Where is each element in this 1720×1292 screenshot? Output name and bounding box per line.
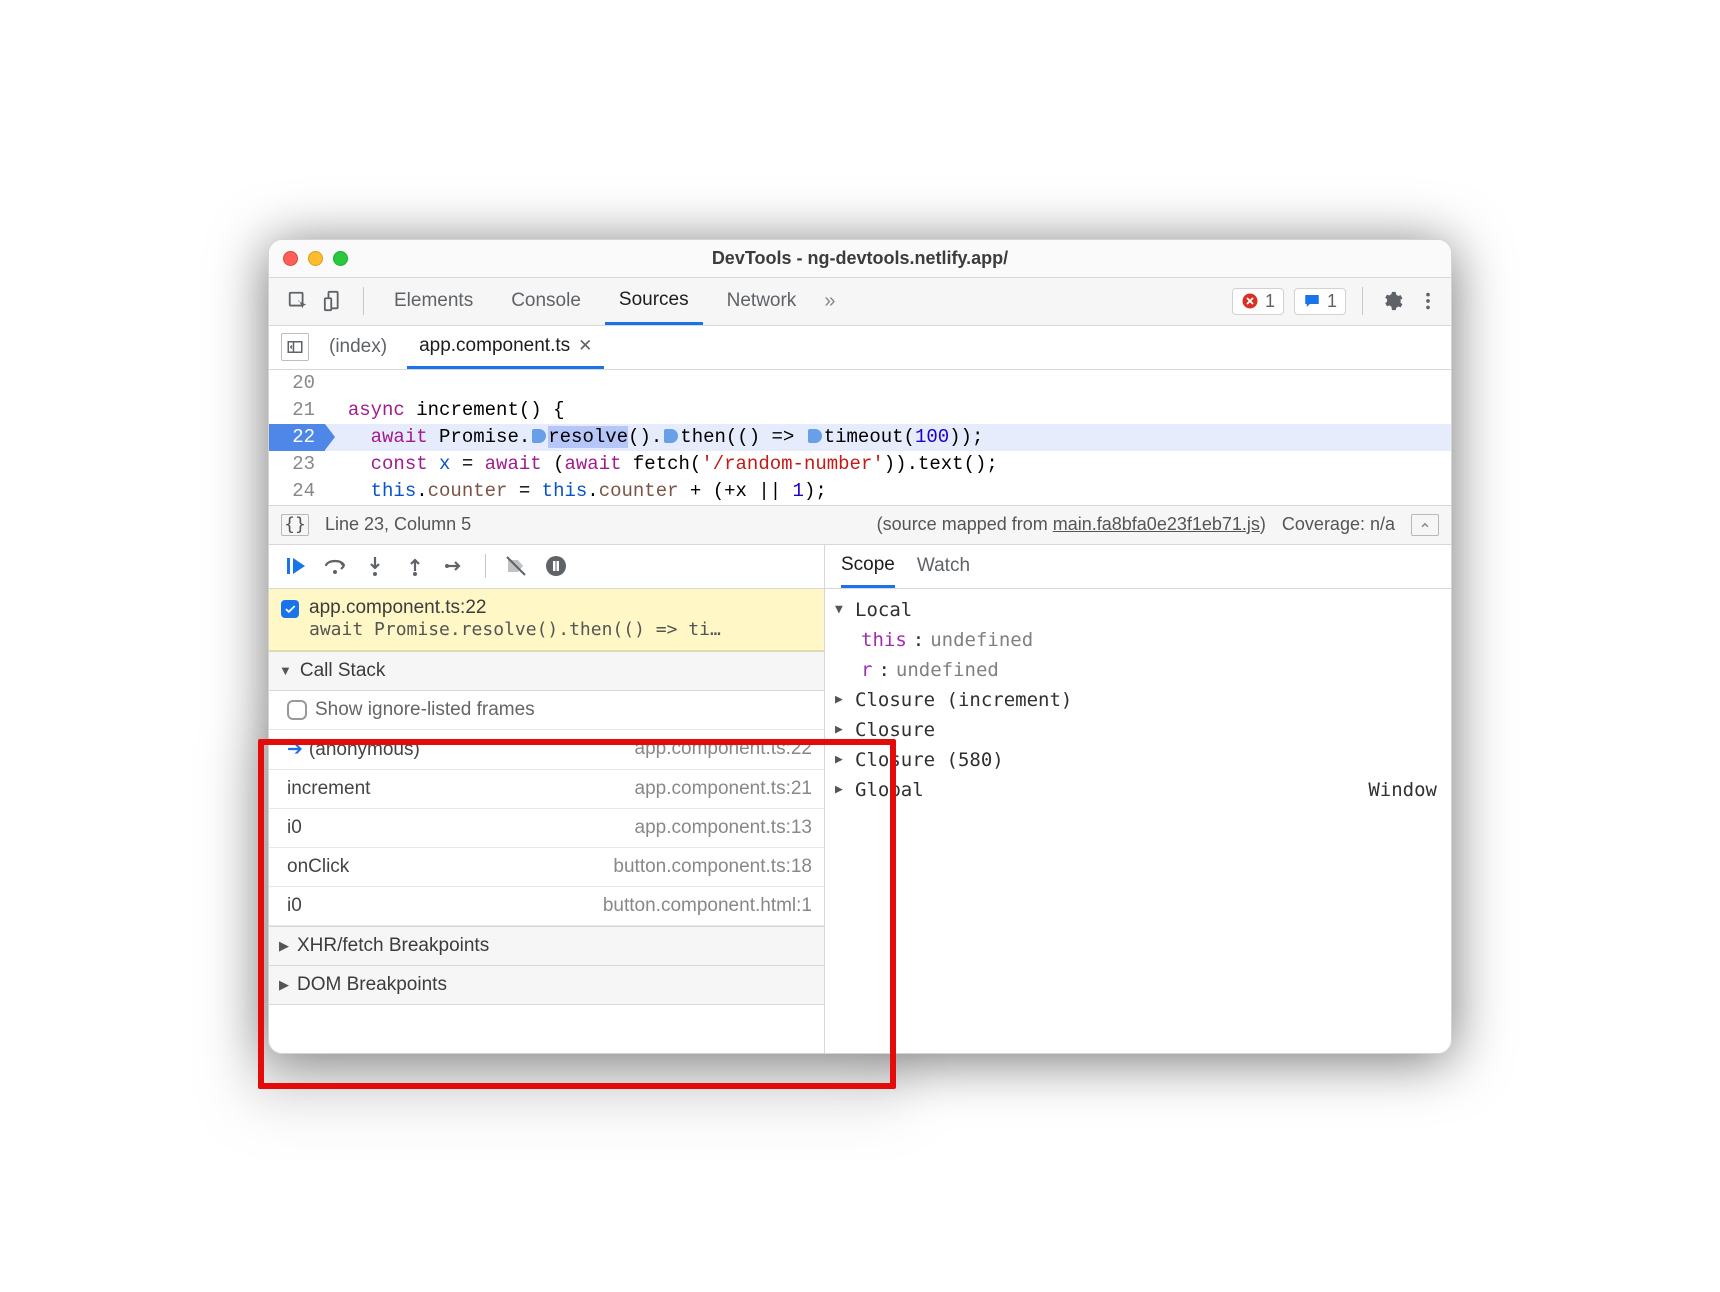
errors-badge[interactable]: 1 bbox=[1232, 288, 1284, 315]
tab-network[interactable]: Network bbox=[713, 278, 811, 325]
xhr-breakpoints-header[interactable]: ▶XHR/fetch Breakpoints bbox=[269, 926, 824, 966]
scope-tree[interactable]: ▼Localthis: undefinedr: undefined▶Closur… bbox=[825, 589, 1451, 821]
source-status-bar: {} Line 23, Column 5 (source mapped from… bbox=[269, 505, 1451, 545]
call-stack-frame[interactable]: i0button.component.html:1 bbox=[269, 887, 824, 926]
line-number[interactable]: 24 bbox=[269, 478, 325, 505]
line-number[interactable]: 23 bbox=[269, 451, 325, 478]
code-content: await Promise.resolve().then(() => timeo… bbox=[325, 424, 983, 451]
breakpoint-enabled-checkbox[interactable] bbox=[281, 600, 299, 618]
navigator-toggle-icon[interactable] bbox=[281, 333, 309, 361]
code-content: const x = await (await fetch('/random-nu… bbox=[325, 451, 998, 478]
close-tab-icon[interactable]: ✕ bbox=[578, 336, 592, 356]
file-tab-index[interactable]: (index) bbox=[317, 326, 399, 369]
messages-count: 1 bbox=[1327, 291, 1337, 312]
coverage-info: Coverage: n/a bbox=[1282, 514, 1395, 535]
step-icon[interactable] bbox=[443, 554, 467, 578]
source-map-link[interactable]: main.fa8bfa0e23f1eb71.js bbox=[1053, 514, 1260, 534]
scope-variable[interactable]: this: undefined bbox=[835, 625, 1437, 655]
code-line[interactable]: 23 const x = await (await fetch('/random… bbox=[269, 451, 1451, 478]
resume-icon[interactable] bbox=[283, 554, 307, 578]
call-stack-frame[interactable]: incrementapp.component.ts:21 bbox=[269, 770, 824, 809]
settings-icon[interactable] bbox=[1379, 288, 1405, 314]
call-stack-header[interactable]: ▼Call Stack bbox=[269, 651, 824, 691]
coverage-toggle-icon[interactable] bbox=[1411, 514, 1439, 536]
main-toolbar: Elements Console Sources Network » 1 1 bbox=[269, 278, 1451, 326]
debugger-panel: app.component.ts:22 await Promise.resolv… bbox=[269, 545, 1451, 1053]
code-content: async increment() { bbox=[325, 397, 564, 424]
source-editor[interactable]: 2021 async increment() {22 await Promise… bbox=[269, 370, 1451, 505]
tab-elements[interactable]: Elements bbox=[380, 278, 487, 325]
code-line[interactable]: 20 bbox=[269, 370, 1451, 397]
paused-snippet: await Promise.resolve().then(() => ti… bbox=[309, 619, 721, 640]
source-map-info: (source mapped from main.fa8bfa0e23f1eb7… bbox=[877, 514, 1266, 535]
scope-item[interactable]: ▶Closure (increment) bbox=[835, 685, 1437, 715]
titlebar: DevTools - ng-devtools.netlify.app/ bbox=[269, 240, 1451, 278]
step-into-icon[interactable] bbox=[363, 554, 387, 578]
code-content: this.counter = this.counter + (+x || 1); bbox=[325, 478, 827, 505]
debugger-right-pane: Scope Watch ▼Localthis: undefinedr: unde… bbox=[825, 545, 1451, 1053]
scope-variable[interactable]: r: undefined bbox=[835, 655, 1437, 685]
call-stack-frame[interactable]: i0app.component.ts:13 bbox=[269, 809, 824, 848]
code-line[interactable]: 22 await Promise.resolve().then(() => ti… bbox=[269, 424, 1451, 451]
scope-watch-tabs: Scope Watch bbox=[825, 545, 1451, 589]
code-line[interactable]: 24 this.counter = this.counter + (+x || … bbox=[269, 478, 1451, 505]
file-tabs-bar: (index) app.component.ts ✕ bbox=[269, 326, 1451, 370]
step-out-icon[interactable] bbox=[403, 554, 427, 578]
show-ignore-listed-checkbox[interactable] bbox=[287, 700, 307, 720]
tab-sources[interactable]: Sources bbox=[605, 278, 703, 325]
show-ignore-listed-row[interactable]: Show ignore-listed frames bbox=[269, 691, 824, 730]
file-tab-app-component[interactable]: app.component.ts ✕ bbox=[407, 326, 604, 369]
tab-scope[interactable]: Scope bbox=[841, 545, 895, 588]
devtools-window: DevTools - ng-devtools.netlify.app/ Elem… bbox=[268, 239, 1452, 1054]
call-stack-frame[interactable]: ➔(anonymous)app.component.ts:22 bbox=[269, 730, 824, 770]
code-line[interactable]: 21 async increment() { bbox=[269, 397, 1451, 424]
line-number[interactable]: 21 bbox=[269, 397, 325, 424]
scope-item[interactable]: ▼Local bbox=[835, 595, 1437, 625]
scope-item[interactable]: ▶Closure (580) bbox=[835, 745, 1437, 775]
pretty-print-icon[interactable]: {} bbox=[281, 514, 309, 536]
device-toggle-icon[interactable] bbox=[321, 288, 347, 314]
paused-location: app.component.ts:22 bbox=[309, 597, 721, 619]
deactivate-breakpoints-icon[interactable] bbox=[504, 554, 528, 578]
debugger-left-pane: app.component.ts:22 await Promise.resolv… bbox=[269, 545, 825, 1053]
line-number[interactable]: 20 bbox=[269, 370, 325, 397]
more-tabs-icon[interactable]: » bbox=[820, 290, 839, 313]
window-title: DevTools - ng-devtools.netlify.app/ bbox=[269, 248, 1451, 269]
pause-on-exceptions-icon[interactable] bbox=[544, 554, 568, 578]
tab-console[interactable]: Console bbox=[497, 278, 595, 325]
paused-on-breakpoint-message: app.component.ts:22 await Promise.resolv… bbox=[269, 589, 824, 651]
step-over-icon[interactable] bbox=[323, 554, 347, 578]
errors-count: 1 bbox=[1265, 291, 1275, 312]
messages-badge[interactable]: 1 bbox=[1294, 288, 1346, 315]
scope-item[interactable]: ▶Closure bbox=[835, 715, 1437, 745]
line-number[interactable]: 22 bbox=[269, 424, 325, 451]
call-stack-frame[interactable]: onClickbutton.component.ts:18 bbox=[269, 848, 824, 887]
scope-item[interactable]: ▶GlobalWindow bbox=[835, 775, 1437, 805]
cursor-position: Line 23, Column 5 bbox=[325, 514, 471, 535]
debug-toolbar bbox=[269, 545, 824, 589]
tab-watch[interactable]: Watch bbox=[917, 555, 970, 577]
kebab-menu-icon[interactable] bbox=[1415, 288, 1441, 314]
inspect-element-icon[interactable] bbox=[285, 288, 311, 314]
dom-breakpoints-header[interactable]: ▶DOM Breakpoints bbox=[269, 966, 824, 1005]
